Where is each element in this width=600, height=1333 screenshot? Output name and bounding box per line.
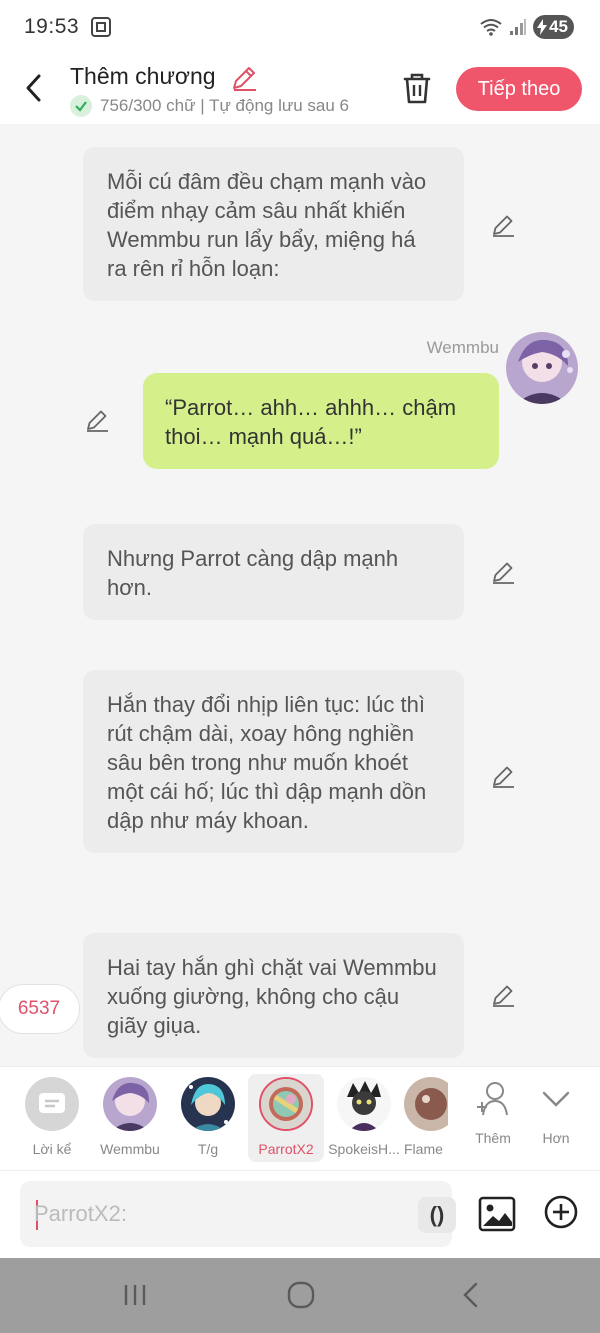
avatar [103, 1077, 157, 1131]
character-selector: Lời kể Wemmbu T/g ParrotX2 SpokeisH... F… [0, 1066, 600, 1170]
add-character-button[interactable]: Thêm [463, 1079, 523, 1146]
parentheses-button[interactable]: () [418, 1197, 456, 1233]
trash-icon[interactable] [400, 70, 434, 106]
edit-pencil-icon[interactable] [490, 982, 516, 1008]
narration-bubble[interactable]: Hai tay hắn ghì chặt vai Wemmbu xuống gi… [83, 933, 464, 1058]
wifi-icon [480, 19, 502, 36]
user-message-bubble[interactable]: “Parrot… ahh… ahhh… chậm thoi… mạnh quá…… [143, 373, 499, 469]
character-narrator[interactable]: Lời kể [14, 1077, 90, 1157]
signal-icon [510, 19, 527, 35]
back-nav-icon[interactable] [456, 1280, 486, 1310]
character-flame[interactable]: Flame [404, 1077, 448, 1157]
chat-area[interactable]: Mỗi cú đâm đều chạm mạnh vào điểm nhạy c… [0, 124, 600, 1066]
character-label: Lời kể [32, 1141, 72, 1157]
autosave-text: 756/300 chữ | Tự động lưu sau 6 [100, 96, 350, 115]
screenshot-icon [91, 17, 111, 37]
battery-indicator: 45 [533, 15, 574, 39]
collapse-characters-button[interactable]: Hơn [526, 1079, 586, 1146]
charging-bolt-icon [537, 19, 548, 35]
status-time: 19:53 [24, 15, 80, 38]
avatar [404, 1077, 448, 1131]
system-nav-bar [0, 1258, 600, 1333]
edit-title-icon[interactable] [230, 64, 258, 92]
message-input-bar: () [0, 1170, 600, 1258]
next-button[interactable]: Tiếp theo [456, 67, 582, 111]
narration-bubble[interactable]: Nhưng Parrot càng dập mạnh hơn. [83, 524, 464, 620]
avatar [337, 1077, 391, 1131]
chevron-down-icon [542, 1091, 570, 1107]
narrator-icon [25, 1077, 79, 1131]
character-label: Flame [404, 1141, 443, 1157]
edit-pencil-icon[interactable] [490, 212, 516, 238]
character-label: Wemmbu [100, 1141, 160, 1157]
collapse-label: Hơn [542, 1130, 570, 1146]
character-tg[interactable]: T/g [170, 1077, 246, 1157]
narration-bubble[interactable]: Hắn thay đổi nhịp liên tục: lúc thì rút … [83, 670, 464, 853]
sender-name: Wemmbu [426, 338, 499, 357]
add-person-icon [477, 1082, 508, 1116]
edit-pencil-icon[interactable] [490, 559, 516, 585]
character-label: ParrotX2 [258, 1141, 314, 1157]
edit-pencil-icon[interactable] [84, 407, 110, 433]
home-icon[interactable] [286, 1280, 316, 1310]
check-icon [70, 95, 92, 117]
page-title: Thêm chương [70, 63, 216, 89]
word-count-status: 756/300 chữ | Tự động lưu sau 6 [70, 95, 380, 117]
back-arrow-icon[interactable] [20, 70, 50, 106]
image-icon[interactable] [478, 1195, 516, 1233]
character-label: SpokeisH... [328, 1141, 400, 1157]
edit-pencil-icon[interactable] [490, 763, 516, 789]
battery-level: 45 [549, 17, 568, 36]
avatar [259, 1077, 313, 1131]
add-circle-icon[interactable] [544, 1195, 578, 1229]
avatar-wemmbu[interactable] [506, 332, 578, 404]
app-header: Thêm chương 756/300 chữ | Tự động lưu sa… [0, 56, 600, 124]
message-input-wrapper[interactable]: () [20, 1181, 456, 1247]
character-label: T/g [197, 1141, 219, 1157]
character-wemmbu[interactable]: Wemmbu [92, 1077, 168, 1157]
status-bar: 19:53 45 [0, 0, 600, 56]
message-counter[interactable]: 6537 [0, 984, 80, 1034]
recent-apps-icon[interactable] [120, 1280, 150, 1310]
message-input[interactable] [34, 1193, 374, 1235]
narration-bubble[interactable]: Mỗi cú đâm đều chạm mạnh vào điểm nhạy c… [83, 147, 464, 301]
avatar [181, 1077, 235, 1131]
character-parrotx2[interactable]: ParrotX2 [248, 1074, 324, 1162]
character-spokeish[interactable]: SpokeisH... [326, 1077, 402, 1157]
add-character-label: Thêm [475, 1130, 511, 1146]
